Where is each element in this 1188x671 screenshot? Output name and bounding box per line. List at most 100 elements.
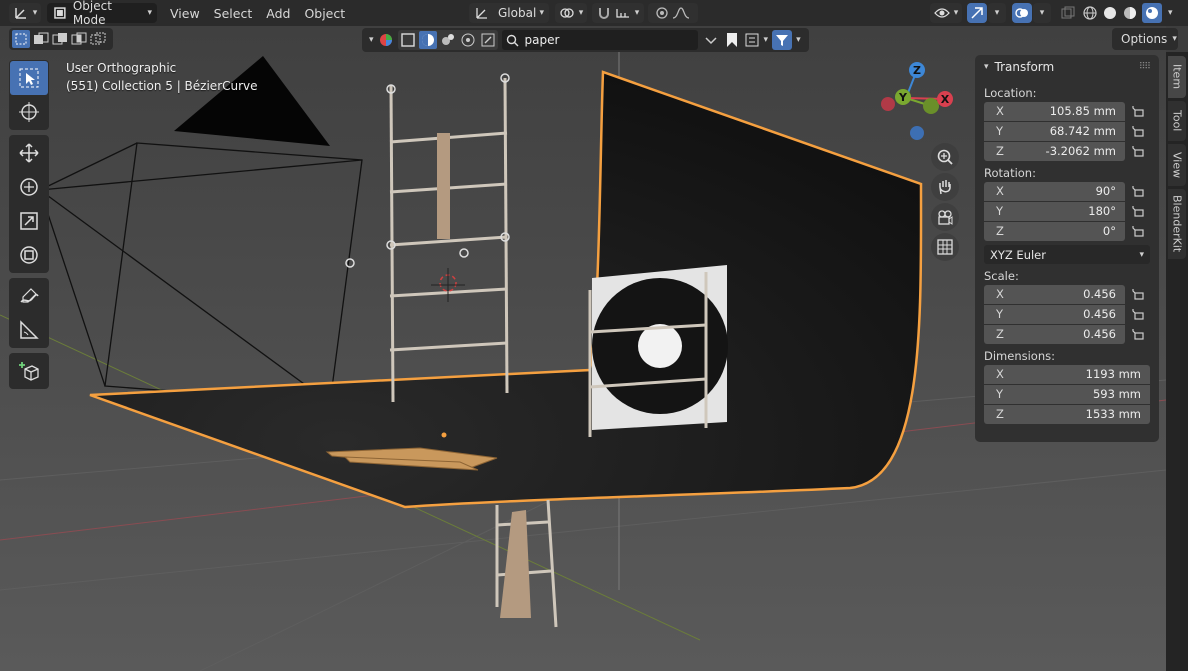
tab-view[interactable]: View — [1168, 144, 1186, 186]
annotate-tool[interactable] — [10, 279, 48, 313]
list-icon[interactable] — [744, 31, 760, 49]
lock-icon[interactable] — [1125, 145, 1149, 157]
axes-icon — [14, 8, 26, 19]
zoom-icon — [937, 149, 953, 165]
rotation-x-field[interactable]: X 90° — [984, 181, 1125, 201]
funnel-icon — [776, 35, 789, 46]
lock-icon[interactable] — [1125, 308, 1149, 320]
select-new-button[interactable] — [12, 30, 30, 48]
axis-label: Z — [996, 144, 1004, 158]
add-cube-tool[interactable] — [10, 354, 48, 388]
cursor-tool[interactable] — [10, 95, 48, 129]
lock-icon[interactable] — [1125, 225, 1149, 237]
rotation-y-field[interactable]: Y 180° — [984, 201, 1125, 221]
tab-blenderkit[interactable]: BlenderKit — [1168, 189, 1186, 259]
location-y-field[interactable]: Y 68.742 mm — [984, 121, 1125, 141]
filter-brush-icon[interactable] — [479, 31, 497, 49]
options-dropdown[interactable]: Options ▾ — [1112, 28, 1178, 50]
select-invert-icon[interactable] — [71, 32, 87, 46]
dimensions-y-field[interactable]: Y 593 mm — [984, 384, 1150, 404]
lock-icon[interactable] — [1125, 185, 1149, 197]
gizmo-dropdown[interactable]: ▾ — [988, 3, 1006, 23]
pan-button[interactable] — [931, 173, 959, 201]
dimensions-x-field[interactable]: X 1193 mm — [984, 364, 1150, 384]
list-dropdown[interactable]: ▾ — [764, 35, 769, 45]
rendered-shading-button[interactable] — [1142, 3, 1162, 23]
tab-view-label: View — [1170, 151, 1184, 179]
lock-icon[interactable] — [1125, 125, 1149, 137]
lock-icon[interactable] — [1125, 288, 1149, 300]
mode-label: Object Mode — [72, 0, 112, 27]
menu-object[interactable]: Object — [297, 3, 352, 23]
scale-tool[interactable] — [10, 204, 48, 238]
grid-icon — [937, 239, 953, 255]
perspective-toggle-button[interactable] — [931, 233, 959, 261]
add-tool-group — [9, 353, 49, 389]
search-icon — [506, 34, 519, 46]
tab-item[interactable]: Item — [1168, 56, 1186, 98]
location-x-field[interactable]: X 105.85 mm — [984, 101, 1125, 121]
select-subtract-icon[interactable] — [52, 32, 68, 46]
dimensions-label: Dimensions: — [984, 349, 1055, 363]
drag-handle-icon[interactable]: ⠿⠿ — [1139, 62, 1151, 72]
rotate-tool[interactable] — [10, 170, 48, 204]
menu-add[interactable]: Add — [259, 3, 297, 23]
rotation-z-field[interactable]: Z 0° — [984, 221, 1125, 241]
filter-collapse-chevron[interactable]: ▾ — [369, 35, 374, 45]
lock-icon[interactable] — [1125, 105, 1149, 117]
vinyl-record[interactable] — [592, 265, 728, 430]
snap-button[interactable]: ▾ — [592, 3, 644, 23]
transform-panel-header[interactable]: ▾ Transform ⠿⠿ — [984, 55, 1151, 79]
transform-orientation-dropdown[interactable]: Global ▾ — [469, 3, 549, 23]
bookmark-icon[interactable] — [724, 31, 740, 49]
search-dropdown-icon[interactable] — [702, 31, 720, 49]
rotation-mode-dropdown[interactable]: XYZ Euler ▾ — [984, 245, 1150, 264]
zoom-button[interactable] — [931, 143, 959, 171]
xray-button[interactable] — [1058, 3, 1078, 23]
material-shading-icon[interactable] — [1122, 5, 1138, 21]
filter-dropdown[interactable]: ▾ — [796, 35, 801, 45]
menu-select[interactable]: Select — [207, 3, 260, 23]
search-value: paper — [524, 33, 560, 47]
navigation-gizmo[interactable]: Y X Z — [876, 58, 960, 142]
tab-tool[interactable]: Tool — [1168, 101, 1186, 141]
move-tool[interactable] — [10, 136, 48, 170]
lock-icon[interactable] — [1125, 205, 1149, 217]
overlays-dropdown[interactable]: ▾ — [1033, 3, 1051, 23]
editor-type-button[interactable]: ▾ — [9, 3, 41, 23]
mode-selector[interactable]: Object Mode ▾ — [47, 0, 157, 27]
transform-tool[interactable] — [10, 238, 48, 272]
dimensions-z-field[interactable]: Z 1533 mm — [984, 404, 1150, 424]
filter-scene-icon[interactable] — [459, 31, 477, 49]
search-field[interactable]: paper — [501, 30, 698, 50]
panel-title: Transform — [994, 60, 1055, 74]
measure-tool[interactable] — [10, 313, 48, 347]
filter-world-icon[interactable] — [439, 31, 457, 49]
overlays-toggle-button[interactable] — [1012, 3, 1032, 23]
proportional-edit-button[interactable] — [648, 3, 698, 23]
select-box-tool[interactable] — [10, 61, 48, 95]
filter-solid-icon[interactable] — [399, 31, 417, 49]
select-extend-icon[interactable] — [33, 32, 49, 46]
camera-icon — [938, 210, 953, 225]
solid-shading-icon[interactable] — [1102, 5, 1118, 21]
scale-z-field[interactable]: Z 0.456 — [984, 324, 1125, 344]
scale-x-field[interactable]: X 0.456 — [984, 284, 1125, 304]
add-cube-icon — [19, 362, 39, 381]
filter-material-button[interactable] — [418, 31, 437, 49]
shading-dropdown[interactable]: ▾ — [1168, 8, 1173, 18]
location-z-field[interactable]: Z -3.2062 mm — [984, 141, 1125, 161]
camera-view-button[interactable] — [931, 203, 959, 231]
color-wheel-icon[interactable] — [378, 32, 394, 48]
pivot-point-button[interactable]: ▾ — [555, 3, 587, 23]
scale-y-field[interactable]: Y 0.456 — [984, 304, 1125, 324]
menu-view[interactable]: View — [163, 3, 207, 23]
axis-label: Z — [996, 224, 1004, 238]
visibility-button[interactable]: ▾ — [930, 3, 962, 23]
select-intersect-icon[interactable] — [90, 32, 106, 46]
material-ball-icon — [421, 34, 434, 46]
filter-button[interactable] — [772, 30, 793, 50]
wireframe-shading-icon[interactable] — [1082, 5, 1098, 21]
gizmo-toggle-button[interactable] — [967, 3, 987, 23]
lock-icon[interactable] — [1125, 328, 1149, 340]
